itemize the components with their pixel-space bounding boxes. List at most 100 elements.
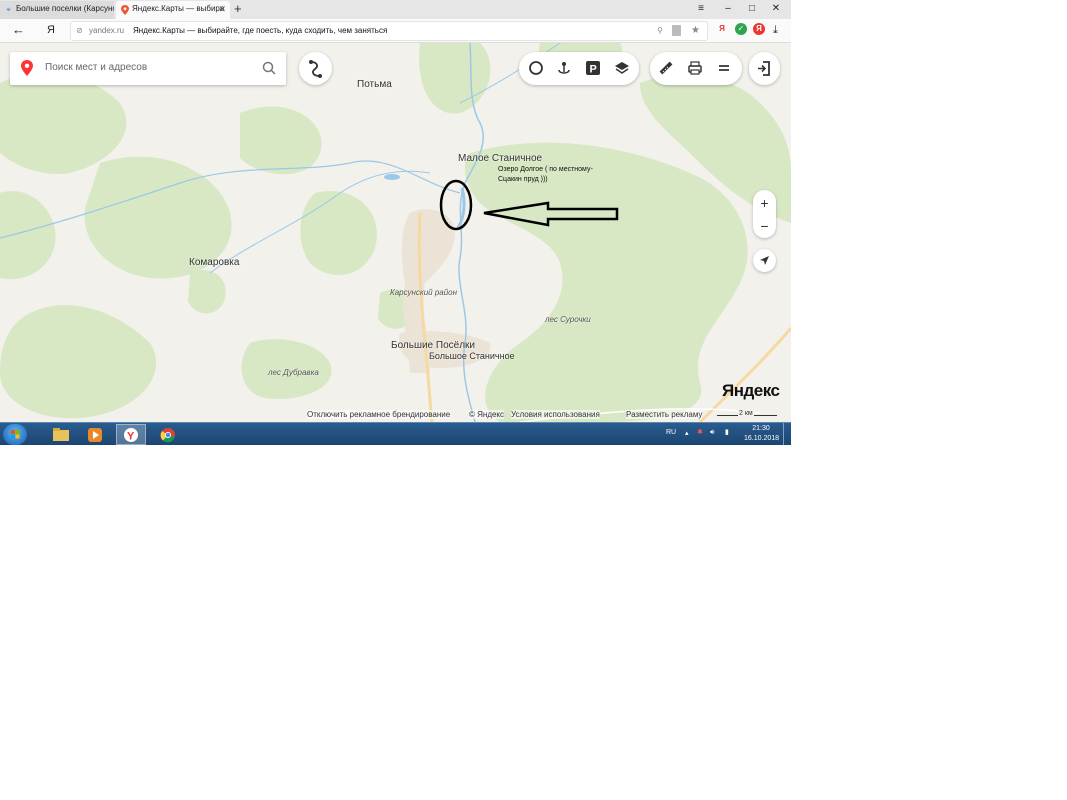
- yandex-extension-icon[interactable]: Я: [716, 23, 728, 35]
- copyright-text: © Яндекс: [469, 410, 505, 419]
- map-tools-toolbar: [650, 52, 742, 85]
- chrome-icon: [160, 427, 175, 442]
- ruler-icon: [659, 61, 673, 75]
- panorama-button[interactable]: [550, 54, 578, 82]
- panorama-icon: [558, 62, 570, 74]
- routes-button[interactable]: [299, 52, 332, 85]
- zoom-in-button[interactable]: +: [753, 192, 776, 214]
- parking-icon: P: [586, 61, 600, 76]
- tab-title: Яндекс.Карты — выбира: [132, 4, 225, 13]
- map-base-layer: [0, 43, 791, 422]
- url-domain: yandex.ru: [89, 26, 125, 35]
- map-layers-toolbar: P: [519, 52, 639, 85]
- search-input[interactable]: [43, 61, 247, 74]
- show-hidden-icons-icon[interactable]: ▴: [685, 429, 689, 439]
- protect-shield-icon[interactable]: ✓: [735, 23, 747, 35]
- globe-icon: ⌖: [6, 5, 11, 14]
- site-info-icon[interactable]: ⊘: [76, 22, 83, 40]
- district-label: Карсунский район: [390, 288, 458, 297]
- browser-tab-bar: ⌖ Большие поселки (Карсунс Яндекс.Карты …: [0, 0, 791, 19]
- layers-icon: [615, 62, 629, 74]
- language-indicator[interactable]: RU: [666, 428, 676, 438]
- url-field[interactable]: ⊘ yandex.ru Яндекс.Карты — выбирайте, гд…: [70, 21, 708, 41]
- place-label[interactable]: Большие Посёлки: [391, 340, 475, 351]
- zoom-control: + −: [753, 190, 776, 238]
- parking-button[interactable]: P: [579, 54, 607, 82]
- svg-text:Y: Y: [127, 430, 135, 442]
- address-bar-row: ← Я ⊘ yandex.ru Яндекс.Карты — выбирайте…: [0, 19, 791, 43]
- url-page-title: Яндекс.Карты — выбирайте, где поесть, ку…: [133, 26, 388, 35]
- yandex-account-icon[interactable]: Я: [753, 23, 765, 35]
- search-box: [10, 52, 286, 85]
- tab-yandex-maps[interactable]: Яндекс.Карты — выбира ✕: [116, 1, 230, 19]
- place-label[interactable]: Малое Станичное: [458, 153, 542, 164]
- map-footer: Отключить рекламное брендирование © Янде…: [300, 409, 720, 421]
- layers-button[interactable]: [608, 54, 636, 82]
- geolocation-button[interactable]: [753, 249, 776, 272]
- annotation-line: Озеро Долгое ( по местному-: [498, 166, 593, 173]
- traffic-icon: [529, 61, 543, 75]
- print-button[interactable]: [681, 54, 709, 82]
- clock[interactable]: 21:30 16.10.2018: [744, 424, 780, 444]
- search-icon[interactable]: [262, 61, 276, 75]
- windows-taskbar: Y RU ▴ ✱ 🔊︎ ▮ 21:30 16.10.2018: [0, 422, 791, 445]
- windows-logo-icon: [11, 430, 20, 439]
- yandex-maps-pin-icon: [21, 60, 33, 76]
- menu-icon: [719, 65, 729, 71]
- download-icon[interactable]: ⤓: [773, 22, 778, 38]
- forest-label: лес Дубравка: [268, 368, 319, 377]
- login-button[interactable]: [749, 52, 780, 85]
- media-player-button[interactable]: [80, 424, 110, 445]
- file-explorer-button[interactable]: [46, 424, 76, 445]
- clock-time: 21:30: [752, 425, 770, 432]
- menu-button[interactable]: [710, 54, 738, 82]
- yandex-browser-button[interactable]: Y: [116, 424, 146, 445]
- disable-branding-link[interactable]: Отключить рекламное брендирование: [307, 410, 451, 419]
- browser-menu-button[interactable]: ≡: [691, 1, 711, 17]
- file-explorer-icon: [53, 428, 69, 441]
- search-in-page-icon[interactable]: ⚲: [657, 22, 663, 40]
- forest-label: лес Сурочки: [545, 315, 591, 324]
- zoom-out-button[interactable]: −: [753, 215, 776, 237]
- show-desktop-button[interactable]: [783, 423, 791, 445]
- screen: ⌖ Большие поселки (Карсунс Яндекс.Карты …: [0, 0, 791, 445]
- bookmark-star-icon[interactable]: ★: [691, 22, 700, 40]
- minimize-button[interactable]: –: [718, 1, 738, 17]
- routes-icon: [309, 60, 322, 78]
- place-label[interactable]: Большое Станичное: [429, 351, 515, 361]
- scale-bar: 2 км: [717, 409, 777, 421]
- volume-icon[interactable]: 🔊︎: [710, 428, 714, 438]
- advertise-link[interactable]: Разместить рекламу: [626, 410, 703, 419]
- annotation-note: Озеро Долгое ( по местному- Сцакин пруд …: [498, 165, 593, 185]
- back-button[interactable]: ←: [12, 22, 25, 38]
- reader-mode-icon[interactable]: [672, 25, 681, 36]
- antivirus-tray-icon[interactable]: ✱: [697, 428, 703, 438]
- tab-title: Большие поселки (Карсунс: [16, 4, 114, 13]
- scale-label: 2 км: [738, 410, 754, 417]
- yandex-logo[interactable]: Яндекс: [722, 381, 780, 401]
- map-canvas[interactable]: Потьма Малое Станичное Комаровка Карсунс…: [0, 43, 791, 422]
- svg-text:P: P: [590, 64, 597, 76]
- new-tab-button[interactable]: +: [234, 1, 242, 17]
- tab-bolshie-poselki[interactable]: ⌖ Большие поселки (Карсунс: [0, 1, 114, 19]
- media-player-icon: [88, 427, 102, 442]
- yandex-maps-pin-icon: [120, 5, 129, 15]
- chrome-button[interactable]: [153, 424, 183, 445]
- place-label[interactable]: Потьма: [357, 79, 392, 90]
- print-icon: [688, 61, 702, 75]
- network-icon[interactable]: ▮: [725, 428, 729, 438]
- login-icon: [758, 61, 770, 76]
- terms-link[interactable]: Условия использования: [511, 410, 600, 419]
- location-arrow-icon: [760, 256, 769, 265]
- ruler-button[interactable]: [652, 54, 680, 82]
- close-window-button[interactable]: ✕: [766, 1, 786, 17]
- clock-date: 16.10.2018: [744, 435, 780, 442]
- traffic-button[interactable]: [522, 54, 550, 82]
- close-tab-icon[interactable]: ✕: [218, 1, 226, 17]
- annotation-line: Сцакин пруд ))): [498, 176, 548, 183]
- yandex-home-button[interactable]: Я: [47, 22, 55, 38]
- place-label[interactable]: Комаровка: [189, 257, 239, 268]
- yandex-browser-icon: Y: [124, 427, 138, 442]
- maximize-button[interactable]: □: [742, 1, 762, 17]
- start-button[interactable]: [3, 424, 27, 445]
